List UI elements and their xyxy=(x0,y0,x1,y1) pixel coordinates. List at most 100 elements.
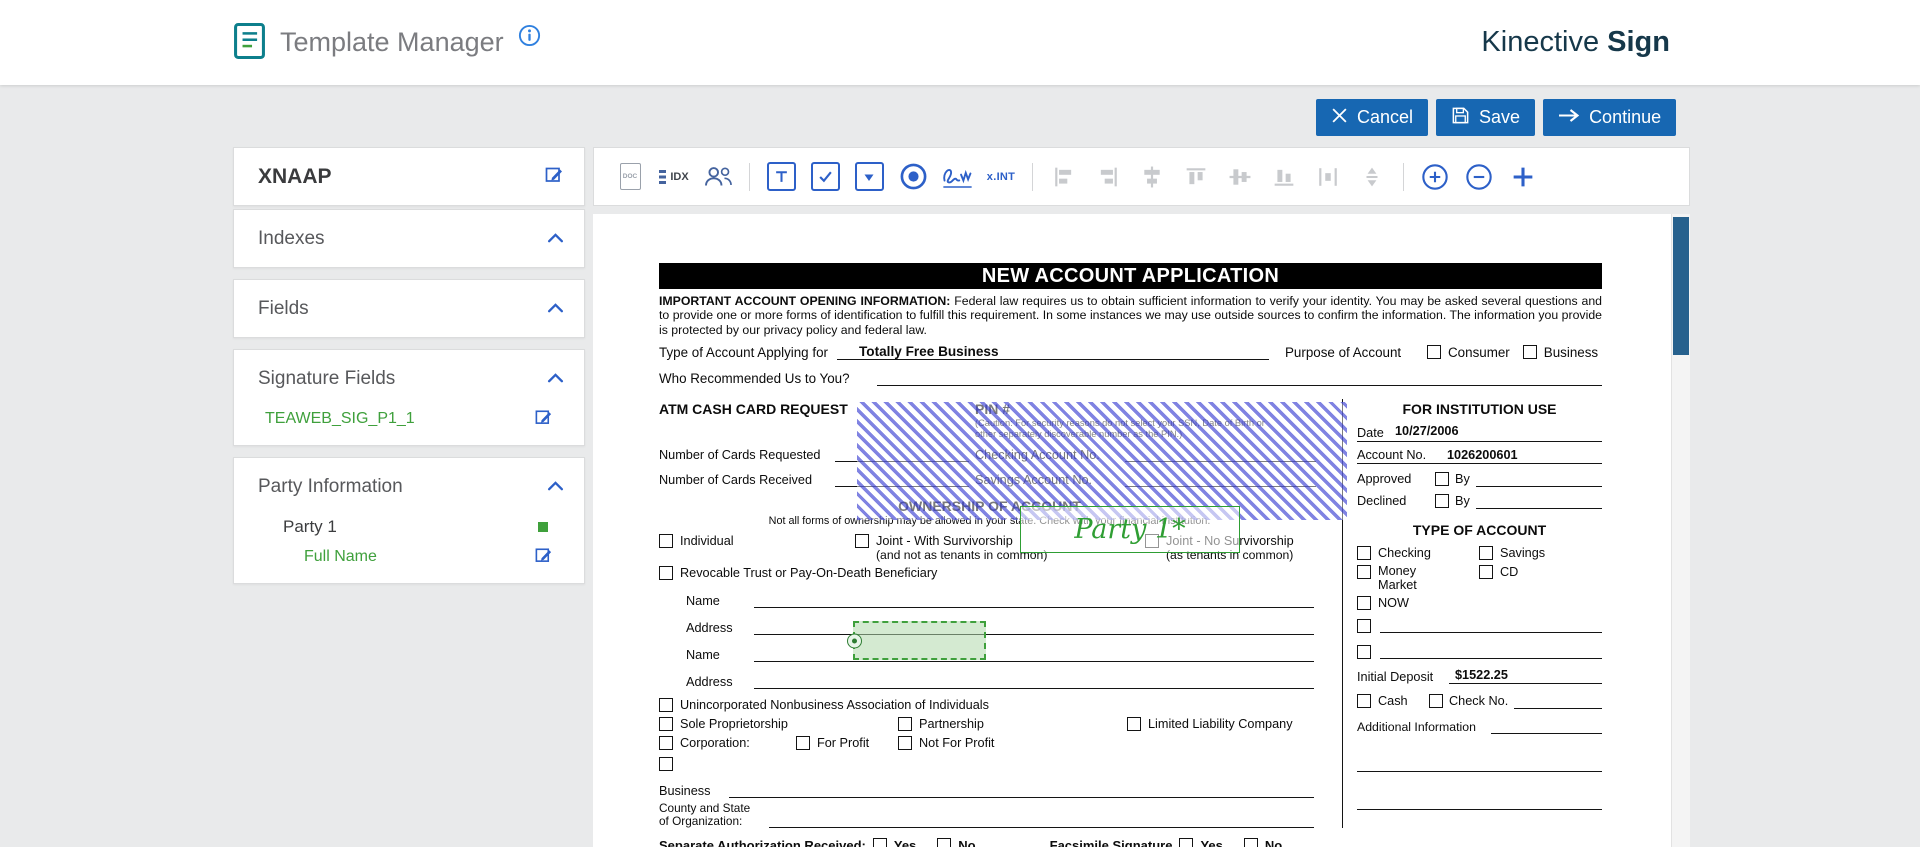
cancel-button[interactable]: Cancel xyxy=(1316,99,1428,136)
checkbox xyxy=(1357,694,1371,708)
index-icon[interactable]: IDX xyxy=(656,157,692,197)
radio-field-icon[interactable] xyxy=(895,157,931,197)
checkbox xyxy=(873,838,887,847)
checkbox xyxy=(1429,694,1443,708)
zoom-in-icon[interactable] xyxy=(1417,157,1453,197)
template-sidebar: XNAAP Indexes Fields Signature Fields TE… xyxy=(233,147,585,595)
distribute-vertical-icon[interactable] xyxy=(1354,157,1390,197)
align-top-icon[interactable] xyxy=(1178,157,1214,197)
signature-field-name: TEAWEB_SIG_P1_1 xyxy=(265,410,415,428)
brand-bold: Sign xyxy=(1607,26,1670,58)
toolbar-separator xyxy=(1403,163,1404,191)
checkbox-field-icon[interactable] xyxy=(807,157,843,197)
page-title: Template Manager xyxy=(280,22,504,62)
form-intro: IMPORTANT ACCOUNT OPENING INFORMATION: F… xyxy=(659,294,1602,337)
party-item[interactable]: Party 1 xyxy=(234,515,584,545)
align-left-icon[interactable] xyxy=(1046,157,1082,197)
edit-signature-field-icon[interactable] xyxy=(534,407,553,431)
checkbox xyxy=(937,838,951,847)
align-center-horizontal-icon[interactable] xyxy=(1134,157,1170,197)
align-right-icon[interactable] xyxy=(1090,157,1126,197)
template-name: XNAAP xyxy=(258,165,332,189)
checkbox xyxy=(855,534,869,548)
signature-field-item[interactable]: TEAWEB_SIG_P1_1 xyxy=(234,407,584,445)
party-field-item[interactable]: Full Name xyxy=(234,545,584,583)
cancel-label: Cancel xyxy=(1357,107,1413,128)
field-toolbar: DOC IDX x.INT xyxy=(593,147,1690,206)
checkbox xyxy=(659,534,673,548)
cancel-icon xyxy=(1331,107,1348,129)
dropdown-field-icon[interactable] xyxy=(851,157,887,197)
party-name: Party 1 xyxy=(283,517,337,537)
checkbox xyxy=(1427,345,1441,359)
checkbox xyxy=(1179,838,1193,847)
scrollbar-thumb[interactable] xyxy=(1673,217,1689,355)
signature-placeholder-overlay[interactable]: Party 1* xyxy=(1020,506,1240,553)
document-viewer: NEW ACCOUNT APPLICATION IMPORTANT ACCOUN… xyxy=(593,214,1690,847)
zoom-out-icon[interactable] xyxy=(1461,157,1497,197)
form-right-column: FOR INSTITUTION USE Date 10/27/2006 Acco… xyxy=(1343,399,1602,828)
continue-button[interactable]: Continue xyxy=(1543,99,1676,136)
checkbox xyxy=(1479,546,1493,560)
field-anchor-icon xyxy=(847,633,862,648)
info-icon[interactable] xyxy=(518,24,541,52)
edit-party-field-icon[interactable] xyxy=(534,545,553,569)
save-label: Save xyxy=(1479,107,1520,128)
initials-field-icon[interactable]: x.INT xyxy=(983,157,1019,197)
continue-icon xyxy=(1558,107,1580,128)
form-content: NEW ACCOUNT APPLICATION IMPORTANT ACCOUN… xyxy=(659,263,1602,847)
type-of-account-row: Type of Account Applying for Totally Fre… xyxy=(659,344,1602,360)
sidebar-section-signature-fields[interactable]: Signature Fields xyxy=(234,350,584,407)
edit-template-icon[interactable] xyxy=(544,164,564,189)
toolbar-separator xyxy=(1032,163,1033,191)
form-footer-row: Separate Authorization Received: Yes No … xyxy=(659,838,1602,847)
checkbox xyxy=(1435,472,1449,486)
toolbar-separator xyxy=(749,163,750,191)
party-field-name: Full Name xyxy=(304,548,377,566)
chevron-up-icon xyxy=(547,370,564,388)
fullname-field-overlay[interactable] xyxy=(853,621,986,660)
chevron-up-icon xyxy=(547,300,564,318)
continue-label: Continue xyxy=(1589,107,1661,128)
app-header: Template Manager Kinective Sign xyxy=(0,0,1920,85)
checkbox xyxy=(659,566,673,580)
checkbox xyxy=(796,736,810,750)
text-field-icon[interactable] xyxy=(763,157,799,197)
checkbox xyxy=(659,698,673,712)
signature-fields-card: Signature Fields TEAWEB_SIG_P1_1 xyxy=(233,349,585,446)
vertical-scrollbar[interactable] xyxy=(1671,214,1690,847)
form-title: NEW ACCOUNT APPLICATION xyxy=(659,263,1602,289)
save-button[interactable]: Save xyxy=(1436,99,1535,136)
document-icon[interactable]: DOC xyxy=(612,157,648,197)
brand-regular: Kinective xyxy=(1481,26,1599,58)
chevron-up-icon xyxy=(547,478,564,496)
checkbox xyxy=(659,717,673,731)
checkbox xyxy=(898,717,912,731)
party-status-square xyxy=(538,522,548,532)
distribute-horizontal-icon[interactable] xyxy=(1310,157,1346,197)
checkbox xyxy=(659,757,673,771)
party-information-card: Party Information Party 1 Full Name xyxy=(233,457,585,584)
signature-field-overlay[interactable] xyxy=(857,402,1347,520)
checkbox xyxy=(1357,546,1371,560)
checkbox xyxy=(1479,565,1493,579)
who-recommended-row: Who Recommended Us to You? xyxy=(659,370,1602,386)
sidebar-section-party-information[interactable]: Party Information xyxy=(234,458,584,515)
checkbox xyxy=(1523,345,1537,359)
template-name-card: XNAAP xyxy=(233,147,585,206)
save-icon xyxy=(1451,106,1470,130)
signature-field-icon[interactable] xyxy=(939,157,975,197)
center-field-icon[interactable] xyxy=(1505,157,1541,197)
chevron-up-icon xyxy=(547,230,564,248)
align-middle-icon[interactable] xyxy=(1222,157,1258,197)
checkbox xyxy=(1357,596,1371,610)
fields-card: Fields xyxy=(233,279,585,338)
checkbox xyxy=(1357,619,1371,633)
checkbox xyxy=(1127,717,1141,731)
parties-icon[interactable] xyxy=(700,157,736,197)
brand-logo: Kinective Sign xyxy=(1481,26,1670,59)
align-bottom-icon[interactable] xyxy=(1266,157,1302,197)
sidebar-section-indexes[interactable]: Indexes xyxy=(234,210,584,267)
sidebar-section-fields[interactable]: Fields xyxy=(234,280,584,337)
document-page[interactable]: NEW ACCOUNT APPLICATION IMPORTANT ACCOUN… xyxy=(593,214,1671,847)
